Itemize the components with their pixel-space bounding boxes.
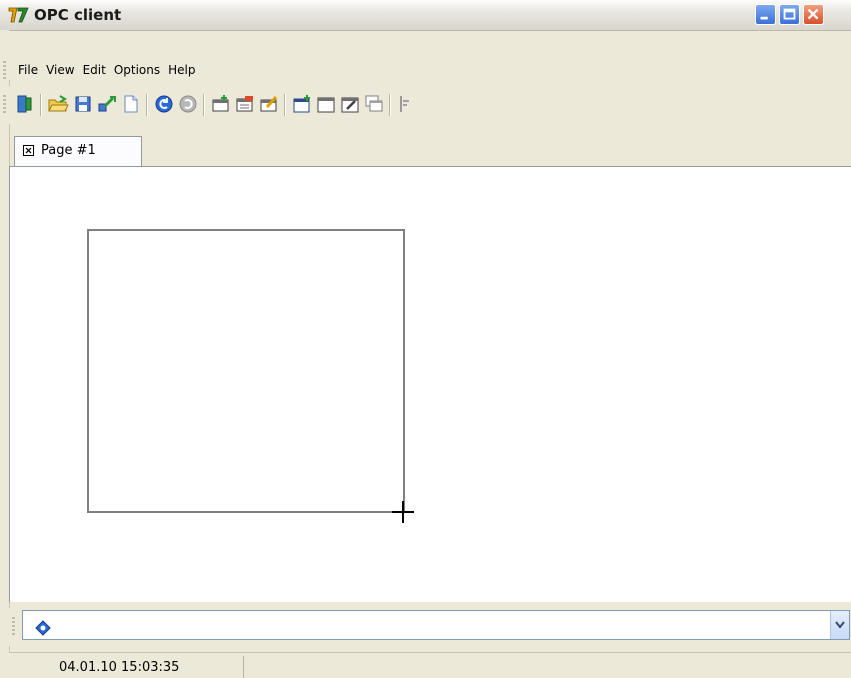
title-bar[interactable]: OPC client xyxy=(0,0,851,31)
page-canvas[interactable] xyxy=(9,166,851,602)
close-icon xyxy=(807,8,819,20)
crosshair-cursor-icon xyxy=(392,501,414,523)
folder-edit-icon[interactable] xyxy=(258,93,280,115)
menu-grip[interactable] xyxy=(3,61,6,79)
menu-bar: File View Edit Options Help xyxy=(14,60,200,80)
window-stack-icon[interactable] xyxy=(363,93,385,115)
page-tabs: Page #1 xyxy=(8,136,851,166)
menu-view[interactable]: View xyxy=(42,60,78,80)
new-icon[interactable] xyxy=(120,93,142,115)
opc-client-window: OPC client File View Edit Options Help P… xyxy=(0,0,851,678)
minimize-icon xyxy=(760,16,768,20)
redo-icon[interactable] xyxy=(177,93,199,115)
status-bar: 04.01.10 15:03:35 xyxy=(9,652,851,678)
toolbar xyxy=(0,86,851,124)
folder-list-icon[interactable] xyxy=(234,93,256,115)
info-diamond-icon xyxy=(35,620,51,636)
minimize-button[interactable] xyxy=(755,4,776,25)
menu-help[interactable]: Help xyxy=(164,60,199,80)
tab-page-1[interactable]: Page #1 xyxy=(14,136,142,166)
undo-icon[interactable] xyxy=(153,93,175,115)
toolbar-separator xyxy=(40,94,42,116)
connect-icon[interactable] xyxy=(96,93,118,115)
status-datetime: 04.01.10 15:03:35 xyxy=(59,660,180,675)
status-time-cell: 04.01.10 15:03:35 xyxy=(9,656,244,678)
toolbar-separator xyxy=(284,94,286,116)
app-logo-icon xyxy=(8,7,29,23)
folder-add-icon[interactable] xyxy=(210,93,232,115)
close-button[interactable] xyxy=(803,4,824,25)
tab-label: Page #1 xyxy=(41,143,96,158)
menu-file[interactable]: File xyxy=(14,60,42,80)
toolbar-grip[interactable] xyxy=(3,95,6,115)
maximize-icon xyxy=(783,8,796,20)
message-combo[interactable] xyxy=(22,610,850,640)
drawn-rectangle[interactable] xyxy=(87,229,405,513)
save-icon[interactable] xyxy=(72,93,94,115)
message-bar-grip[interactable] xyxy=(12,617,15,637)
align-icon[interactable] xyxy=(396,93,418,115)
maximize-button[interactable] xyxy=(779,4,800,25)
window-edit-icon[interactable] xyxy=(339,93,361,115)
window-icon[interactable] xyxy=(315,93,337,115)
message-bar xyxy=(9,608,851,646)
window-title: OPC client xyxy=(34,6,122,24)
toolbar-separator xyxy=(389,94,391,116)
message-dropdown-button[interactable] xyxy=(830,611,849,639)
menu-options[interactable]: Options xyxy=(110,60,164,80)
exit-icon[interactable] xyxy=(14,93,36,115)
menu-edit[interactable]: Edit xyxy=(79,60,110,80)
toolbar-separator xyxy=(146,94,148,116)
open-icon[interactable] xyxy=(47,93,69,115)
tab-close-icon[interactable] xyxy=(23,145,34,156)
toolbar-separator xyxy=(203,94,205,116)
window-add-icon[interactable] xyxy=(291,93,313,115)
chevron-down-icon xyxy=(835,621,845,629)
